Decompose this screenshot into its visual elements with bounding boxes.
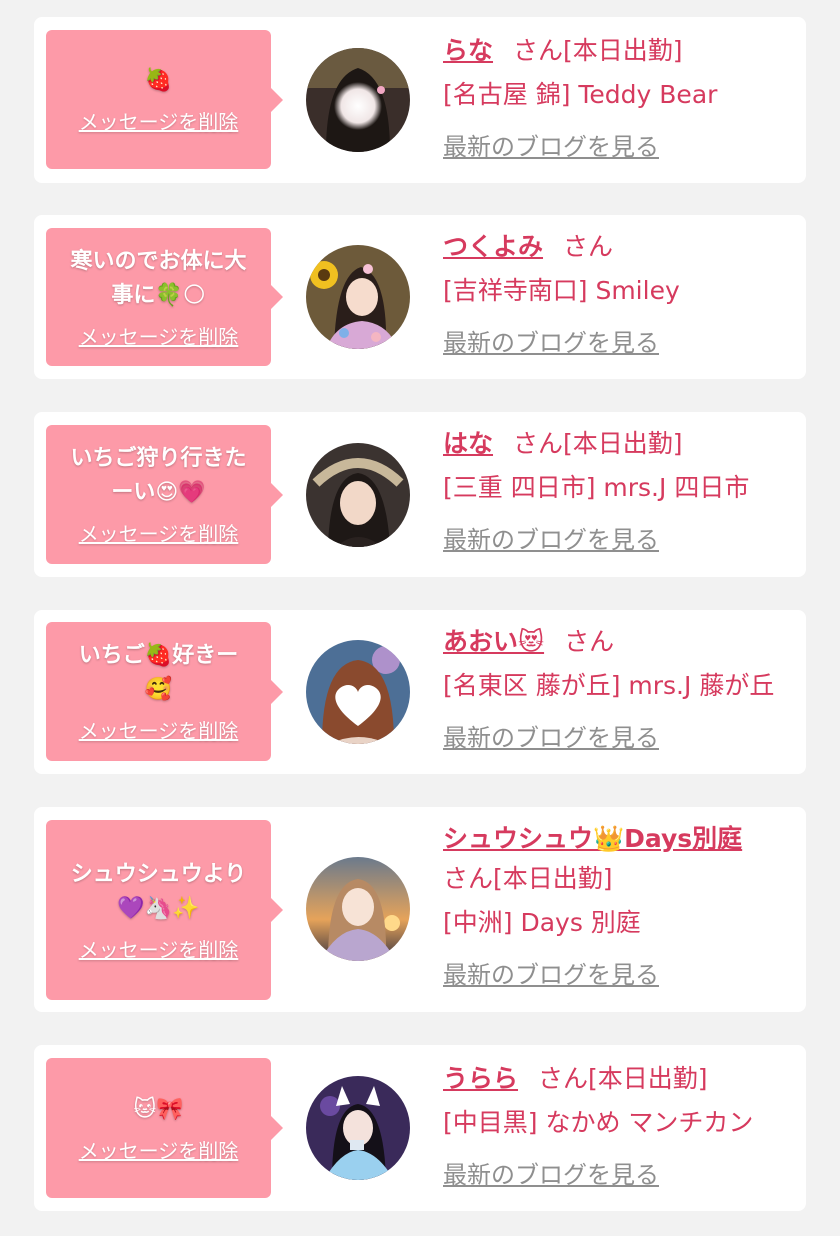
- shop-name: [名古屋 錦] Teddy Bear: [443, 80, 718, 109]
- cast-info: つくよみ さん [吉祥寺南口] Smiley 最新のブログを見る: [443, 227, 796, 358]
- latest-blog-link[interactable]: 最新のブログを見る: [443, 955, 659, 990]
- list-item: いちご狩り行きた ーい😍💗 メッセージを削除 はな さん[本日出勤] [三重 四日…: [34, 412, 806, 577]
- cast-suffix: さん: [564, 627, 615, 656]
- avatar-photo: [306, 857, 410, 961]
- avatar-photo: [306, 1076, 410, 1180]
- message-bubble: 寒いのでお体に大 事に🍀🌕 メッセージを削除: [46, 228, 283, 366]
- cast-name-link[interactable]: はな: [443, 429, 493, 458]
- message-text: シュウシュウより 💜🦄✨: [70, 861, 247, 921]
- cast-info: シュウシュウ👑Days別庭 さん[本日出勤] [中洲] Days 別庭 最新のブ…: [443, 819, 796, 990]
- message-text: いちご狩り行きた ーい😍💗: [70, 446, 247, 505]
- avatar[interactable]: [306, 443, 410, 547]
- delete-message-link[interactable]: メッセージを削除: [79, 934, 239, 963]
- avatar-photo: [306, 443, 410, 547]
- cast-info: あおい😻 さん [名東区 藤が丘] mrs.J 藤が丘 最新のブログを見る: [443, 622, 796, 753]
- latest-blog-link[interactable]: 最新のブログを見る: [443, 127, 659, 162]
- cast-suffix: さん[本日出勤]: [513, 36, 683, 65]
- list-item: 🐱🎀 メッセージを削除 うらら さん[本日出勤] [中目黒] なかめ マンチカン …: [34, 1045, 806, 1211]
- message-bubble: 🐱🎀 メッセージを削除: [46, 1058, 283, 1198]
- cast-info: はな さん[本日出勤] [三重 四日市] mrs.J 四日市 最新のブログを見る: [443, 424, 796, 555]
- shop-name: [三重 四日市] mrs.J 四日市: [443, 473, 750, 502]
- shop-name: [中洲] Days 別庭: [443, 908, 641, 937]
- list-item: 寒いのでお体に大 事に🍀🌕 メッセージを削除 つくよみ さん [吉祥寺南口] Sm…: [34, 215, 806, 379]
- cast-info: らな さん[本日出勤] [名古屋 錦] Teddy Bear 最新のブログを見る: [443, 31, 796, 162]
- message-text: 寒いのでお体に大 事に🍀🌕: [70, 248, 247, 308]
- cast-suffix: さん: [563, 232, 614, 261]
- avatar[interactable]: [306, 857, 410, 961]
- delete-message-link[interactable]: メッセージを削除: [79, 518, 239, 547]
- avatar-photo: [306, 640, 410, 744]
- shop-name: [吉祥寺南口] Smiley: [443, 276, 680, 305]
- message-text: いちご🍓好きー 🥰: [78, 643, 239, 702]
- delete-message-link[interactable]: メッセージを削除: [79, 321, 239, 350]
- cast-name-link[interactable]: シュウシュウ👑Days別庭: [443, 824, 742, 853]
- message-bubble: シュウシュウより 💜🦄✨ メッセージを削除: [46, 820, 283, 1000]
- message-text: 🍓: [144, 68, 173, 93]
- avatar-photo: [306, 48, 410, 152]
- avatar[interactable]: [306, 1076, 410, 1180]
- cast-suffix: さん[本日出勤]: [538, 1064, 708, 1093]
- latest-blog-link[interactable]: 最新のブログを見る: [443, 718, 659, 753]
- avatar[interactable]: [306, 245, 410, 349]
- latest-blog-link[interactable]: 最新のブログを見る: [443, 1155, 659, 1190]
- message-bubble: いちご狩り行きた ーい😍💗 メッセージを削除: [46, 425, 283, 564]
- message-text: 🐱🎀: [133, 1096, 184, 1122]
- avatar[interactable]: [306, 48, 410, 152]
- cast-info: うらら さん[本日出勤] [中目黒] なかめ マンチカン 最新のブログを見る: [443, 1059, 796, 1190]
- message-list: 🍓 メッセージを削除 らな さん[本日出勤] [名古屋 錦] Teddy Bear…: [0, 0, 840, 1236]
- avatar-photo: [306, 245, 410, 349]
- cast-suffix: さん[本日出勤]: [513, 429, 683, 458]
- cast-name-link[interactable]: あおい😻: [443, 627, 544, 656]
- delete-message-link[interactable]: メッセージを削除: [79, 715, 239, 744]
- list-item: シュウシュウより 💜🦄✨ メッセージを削除 シュウシュウ👑Days別庭 さん[本…: [34, 807, 806, 1012]
- latest-blog-link[interactable]: 最新のブログを見る: [443, 520, 659, 555]
- message-bubble: いちご🍓好きー 🥰 メッセージを削除: [46, 622, 283, 761]
- cast-name-link[interactable]: うらら: [443, 1064, 518, 1093]
- delete-message-link[interactable]: メッセージを削除: [79, 106, 239, 135]
- avatar[interactable]: [306, 640, 410, 744]
- latest-blog-link[interactable]: 最新のブログを見る: [443, 323, 659, 358]
- cast-name-link[interactable]: つくよみ: [443, 232, 543, 261]
- shop-name: [名東区 藤が丘] mrs.J 藤が丘: [443, 671, 775, 700]
- cast-name-link[interactable]: らな: [443, 36, 493, 65]
- cast-suffix: さん[本日出勤]: [443, 864, 613, 893]
- list-item: 🍓 メッセージを削除 らな さん[本日出勤] [名古屋 錦] Teddy Bear…: [34, 17, 806, 183]
- shop-name: [中目黒] なかめ マンチカン: [443, 1108, 754, 1137]
- list-item: いちご🍓好きー 🥰 メッセージを削除 あおい😻 さん [名東区 藤が丘] mrs.…: [34, 610, 806, 774]
- message-bubble: 🍓 メッセージを削除: [46, 30, 283, 169]
- delete-message-link[interactable]: メッセージを削除: [79, 1135, 239, 1164]
